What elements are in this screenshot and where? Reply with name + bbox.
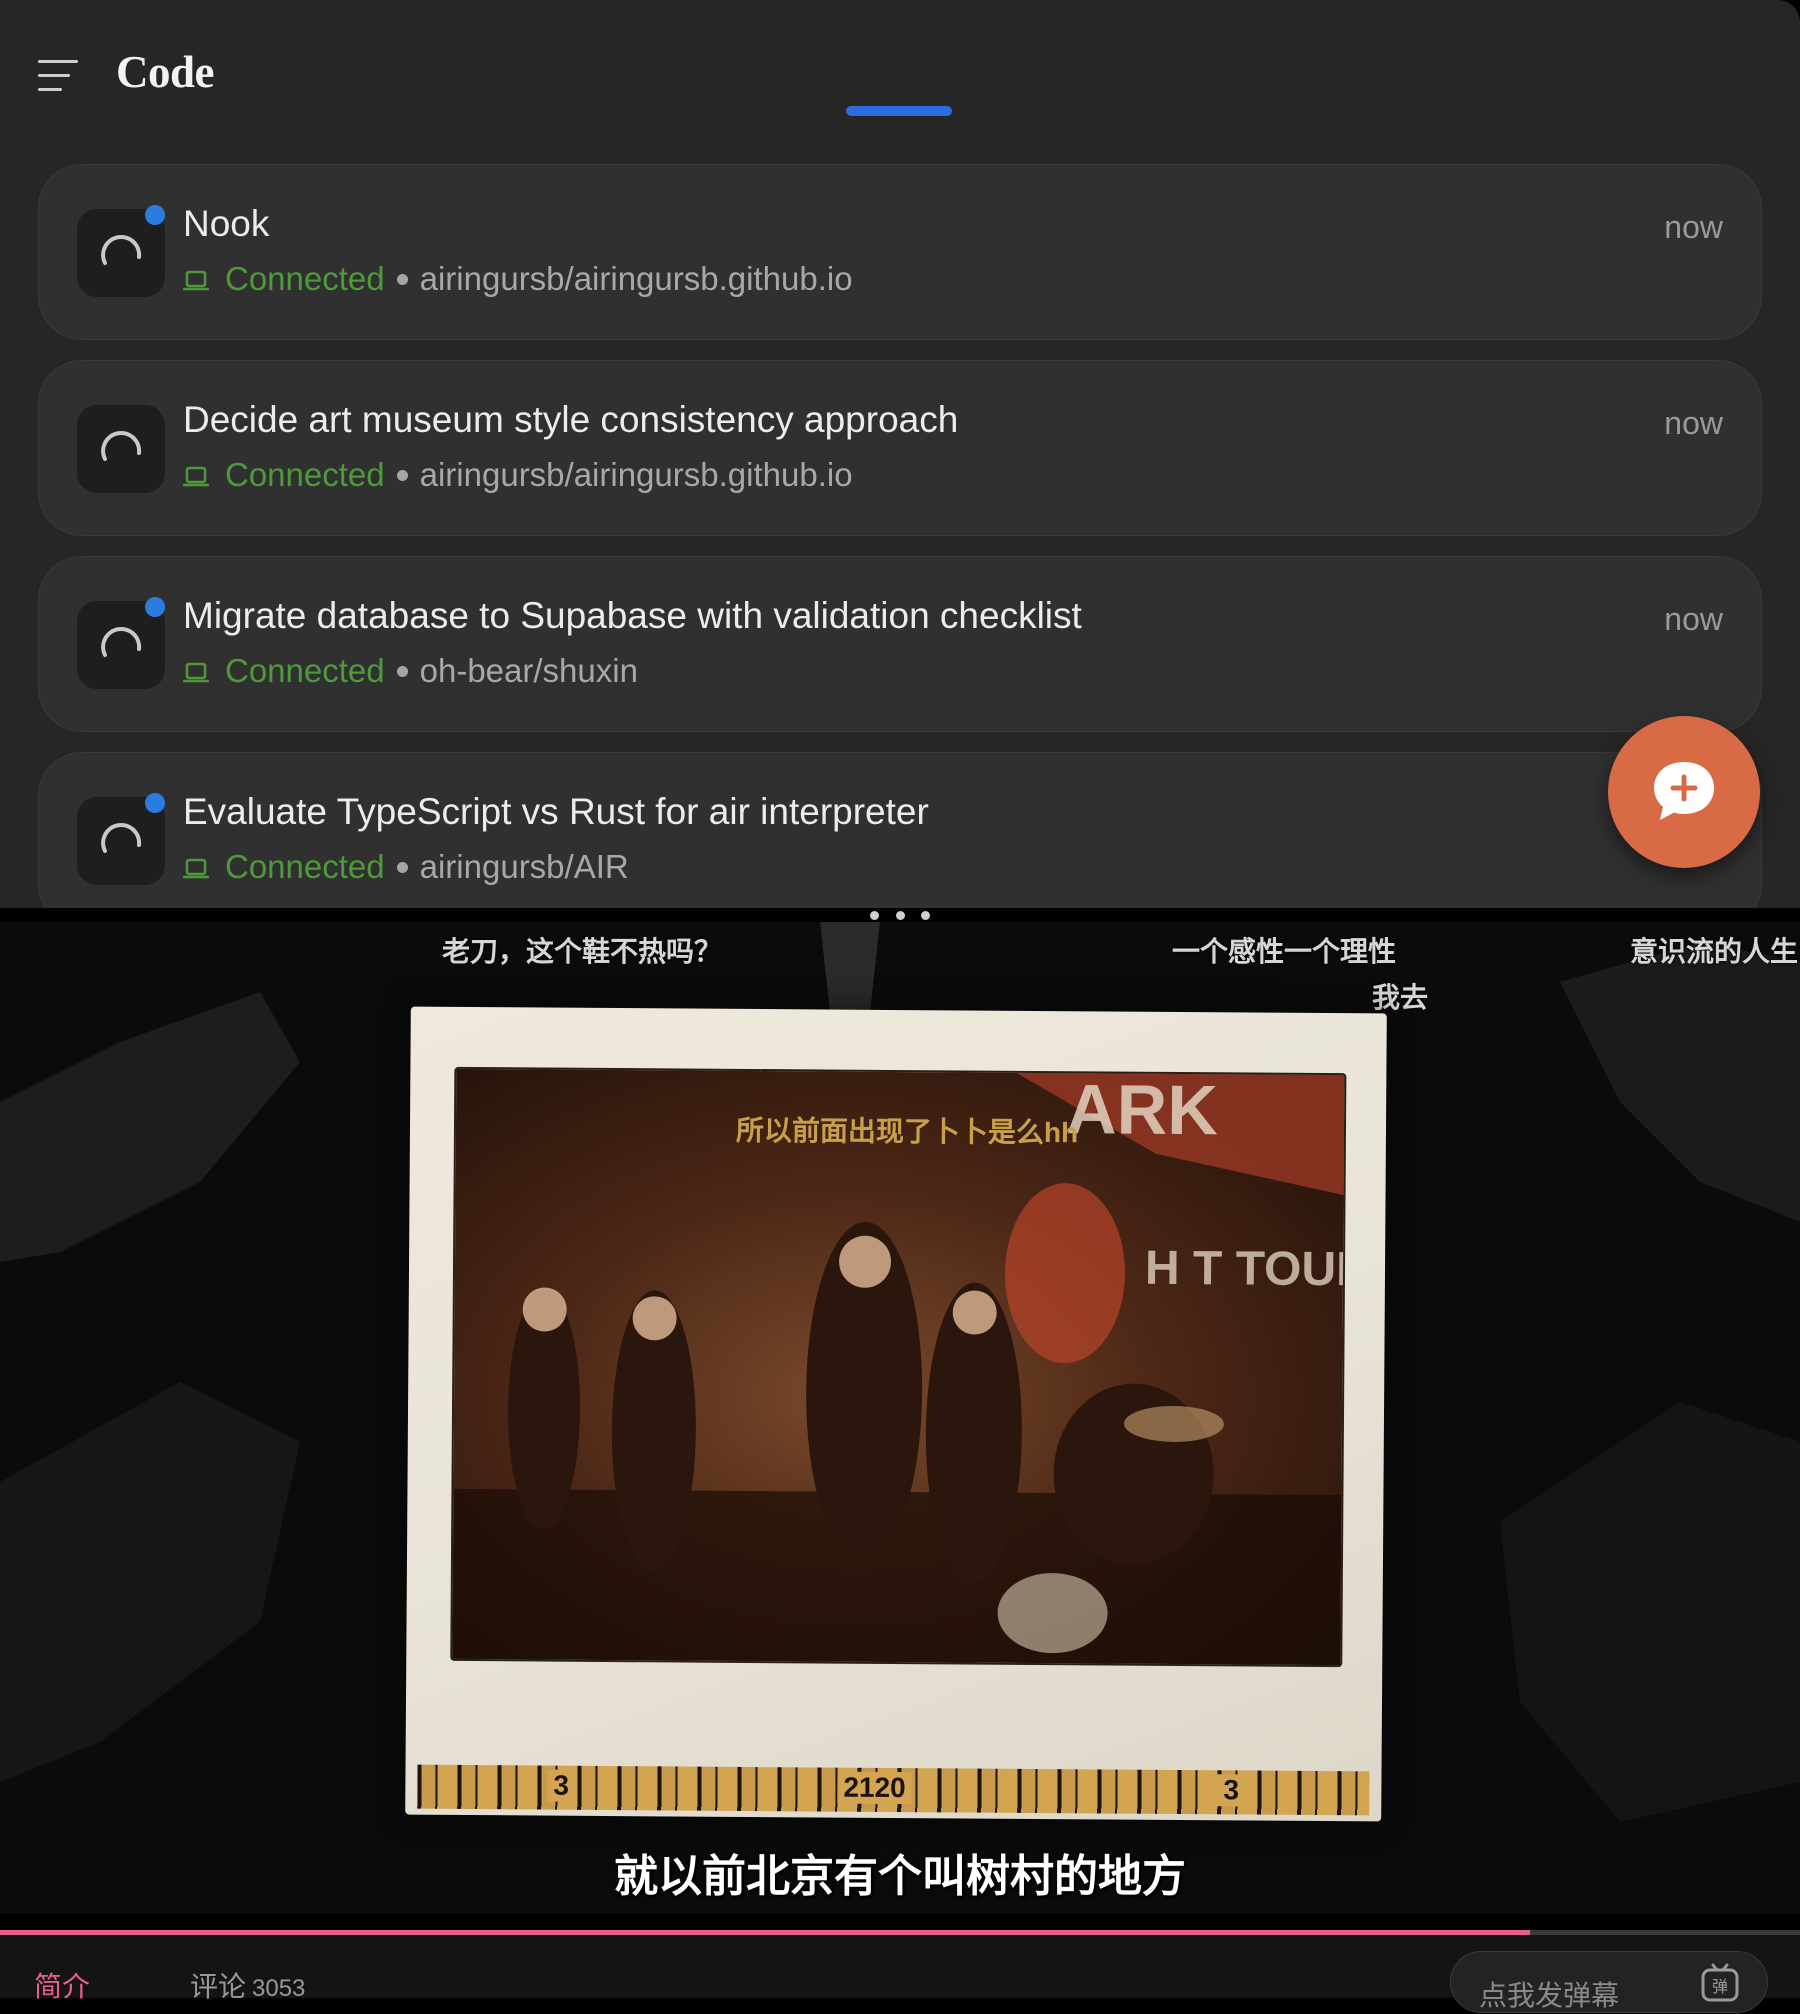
session-card[interactable]: Evaluate TypeScript vs Rust for air inte… [38,752,1762,908]
session-meta: Connected airingursb/AIR [183,847,629,887]
laptop-icon [183,662,209,683]
danmaku-placeholder: 点我发弹幕 [1479,1980,1620,2011]
session-title: Nook [183,203,270,244]
session-status: Connected [225,260,385,297]
svg-text:ARK: ARK [1066,1070,1218,1149]
session-status: Connected [225,848,385,885]
session-spinner-icon [77,405,165,493]
session-repo: oh-bear/shuxin [419,652,638,689]
video-subtitle: 就以前北京有个叫树村的地方 [614,1852,1186,1901]
unread-dot [145,793,165,813]
tab-comments[interactable]: 评论 3053 [190,1965,305,2005]
session-status: Connected [225,652,385,689]
page-indicator [846,106,952,116]
ruler-number: 3 [1217,1774,1246,1807]
split-drag-handle[interactable] [870,910,930,920]
danmaku-comment: 我去 [1372,982,1429,1013]
session-status: Connected [225,456,385,493]
menu-icon[interactable] [38,58,80,94]
danmaku-toggle-icon[interactable]: 弹 [1699,1962,1743,2006]
danmaku-comment: 一个感性一个理性 [1172,936,1397,967]
app-title: Code [116,47,215,97]
danmaku-comment: 老刀，这个鞋不热吗？ [442,936,723,967]
separator-dot [396,665,408,677]
separator-dot [396,273,408,285]
unread-dot [145,597,165,617]
session-time: now [1664,601,1723,637]
session-title: Decide art museum style consistency appr… [183,399,959,440]
session-meta: Connected airingursb/airingursb.github.i… [183,455,853,495]
session-repo: airingursb/airingursb.github.io [419,456,853,493]
session-card[interactable]: Nook Connected airingursb/airingursb.git… [38,164,1762,340]
ruler-number: 3 [547,1769,576,1802]
danmaku-comment: 意识流的人生 [1630,936,1799,967]
video-player[interactable]: 老刀，这个鞋不热吗？ 一个感性一个理性 意识流的人生 我去 ARK H T TO… [0,922,1800,1914]
tab-comments-label: 评论 [190,1971,247,2002]
session-repo: airingursb/airingursb.github.io [419,260,853,297]
tab-intro[interactable]: 简介 [34,1965,90,2005]
danmaku-input[interactable]: 点我发弹幕 弹 [1450,1951,1768,2013]
danmaku-comment: 所以前面出现了卜卜是么hh [735,1114,1079,1149]
session-card[interactable]: Migrate database to Supabase with valida… [38,556,1762,732]
session-time: now [1664,209,1723,245]
session-title: Evaluate TypeScript vs Rust for air inte… [183,791,929,832]
session-meta: Connected oh-bear/shuxin [183,651,638,691]
session-title: Migrate database to Supabase with valida… [183,595,1082,636]
session-repo: airingursb/AIR [419,848,629,885]
film-ruler-strip: 3 2120 3 [417,1764,1370,1816]
new-chat-button[interactable] [1608,716,1760,868]
polaroid-photo: ARK H T TOUR 所以前面出现了卜卜是么hh 3 2120 3 [405,1006,1387,1822]
band-concert-image: ARK H T TOUR [450,1066,1347,1668]
ruler-number: 2120 [837,1771,912,1805]
separator-dot [396,861,408,873]
laptop-icon [183,858,209,879]
session-meta: Connected airingursb/airingursb.github.i… [183,259,853,299]
laptop-icon [183,466,209,487]
separator-dot [396,469,408,481]
new-chat-icon [1654,762,1714,820]
svg-text:H T TOUR: H T TOUR [1145,1242,1345,1297]
svg-text:弹: 弹 [1712,1977,1728,1996]
code-app-panel: Code Nook Connected airingursb/airingurs… [0,0,1800,908]
laptop-icon [183,270,209,291]
session-card[interactable]: Decide art museum style consistency appr… [38,360,1762,536]
unread-dot [145,205,165,225]
session-time: now [1664,405,1723,441]
bottom-tab-bar: 简介 评论 3053 点我发弹幕 弹 [0,1935,1800,2013]
